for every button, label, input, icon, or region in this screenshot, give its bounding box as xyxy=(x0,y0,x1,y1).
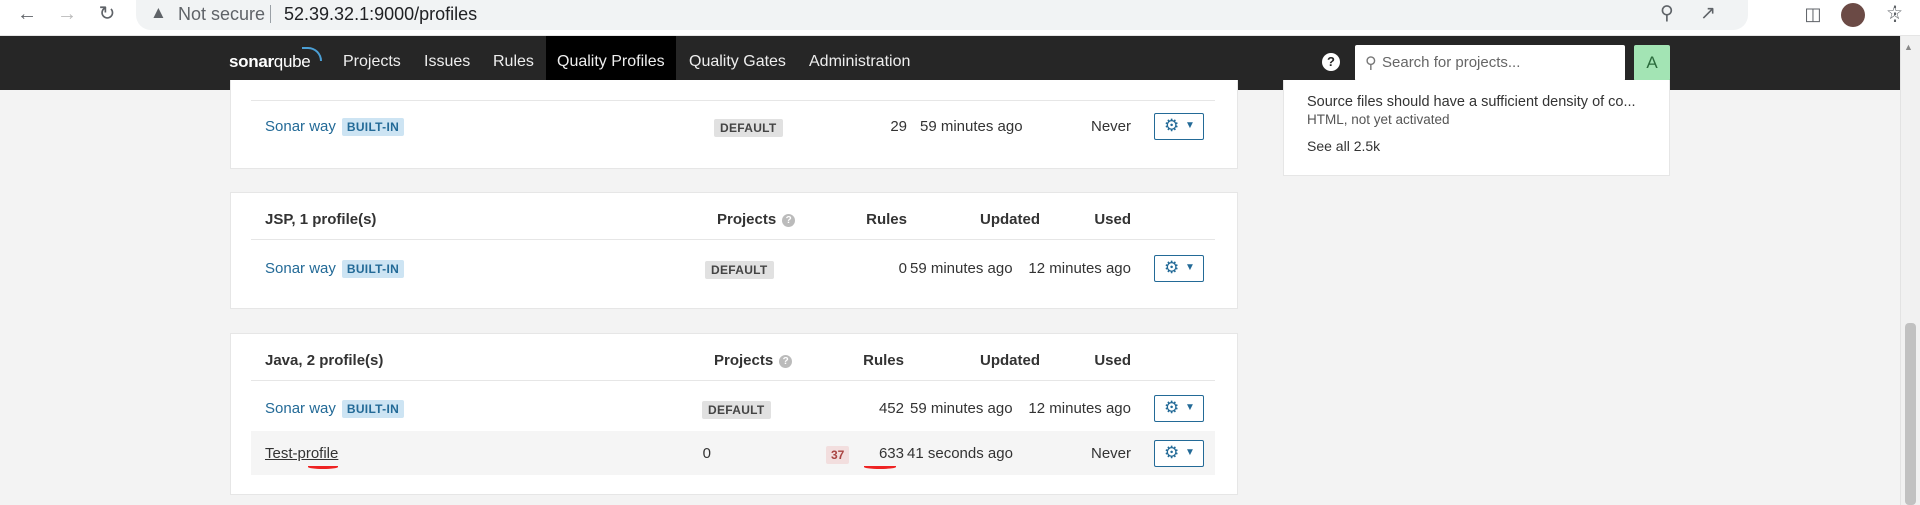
used-time: 12 minutes ago xyxy=(1028,260,1131,277)
sonar-waves-icon xyxy=(302,47,322,61)
projects-header-label: Projects xyxy=(714,352,774,369)
browser-toolbar: ← → ↻ ▲ Not secure 52.39.32.1:9000/profi… xyxy=(0,0,1920,36)
updated-time: 41 seconds ago xyxy=(907,445,1013,462)
profile-actions-button[interactable]: ⚙ ▼ xyxy=(1154,395,1204,422)
help-info-icon[interactable]: ? xyxy=(782,214,796,227)
language-card-java: Java, 2 profile(s) Projects? Rules Updat… xyxy=(230,333,1238,495)
profile-actions-button[interactable]: ⚙ ▼ xyxy=(1154,440,1204,467)
used-header: Used xyxy=(1094,352,1131,369)
browser-menu-icon[interactable]: ⋮ xyxy=(1880,0,1910,28)
search-icon: ⚲ xyxy=(1365,55,1377,72)
caret-down-icon: ▼ xyxy=(1185,262,1195,273)
card-title: Java, 2 profile(s) xyxy=(265,352,384,369)
profile-row-name: Sonar way BUILT-IN xyxy=(265,260,405,278)
rules-count-link[interactable]: 0 xyxy=(851,260,907,277)
scrollbar-thumb[interactable] xyxy=(1905,323,1916,505)
projects-header: Projects? xyxy=(714,352,793,369)
logo-text-bold: sonar xyxy=(229,52,274,71)
gear-icon: ⚙ xyxy=(1164,116,1180,135)
rules-count-link[interactable]: 633 xyxy=(848,445,904,462)
projects-count: 0 xyxy=(702,445,711,462)
profile-picture-icon[interactable] xyxy=(1838,0,1868,28)
caret-down-icon: ▼ xyxy=(1185,402,1195,413)
red-annotation-underline xyxy=(308,465,338,469)
sidebar-rule-panel: Source files should have a sufficient de… xyxy=(1283,80,1670,176)
profile-name-link[interactable]: Sonar way xyxy=(265,260,336,277)
projects-header: Projects? xyxy=(717,211,796,228)
user-avatar[interactable]: A xyxy=(1634,45,1670,81)
rules-count-link[interactable]: 29 xyxy=(851,118,907,135)
default-badge: DEFAULT xyxy=(705,261,774,279)
used-time: Never xyxy=(1090,118,1131,135)
profile-row-name: Sonar way BUILT-IN xyxy=(265,400,405,418)
language-card-jsp: JSP, 1 profile(s) Projects? Rules Update… xyxy=(230,192,1238,309)
updated-time: 59 minutes ago xyxy=(920,118,1023,135)
red-annotation-underline xyxy=(864,465,896,469)
deprecated-rules-badge[interactable]: 37 xyxy=(826,446,850,464)
header-divider xyxy=(251,380,1215,381)
caret-down-icon: ▼ xyxy=(1185,447,1195,458)
used-header: Used xyxy=(1094,211,1131,228)
default-badge: DEFAULT xyxy=(702,401,771,419)
see-all-link[interactable]: See all 2.5k xyxy=(1307,138,1380,154)
sidebar-rule-link[interactable]: Source files should have a sufficient de… xyxy=(1307,94,1636,110)
header-divider xyxy=(251,239,1215,240)
warning-icon[interactable]: ▲ xyxy=(150,3,167,23)
help-info-icon[interactable]: ? xyxy=(779,355,793,368)
rules-count-link[interactable]: 452 xyxy=(848,400,904,417)
updated-header: Updated xyxy=(980,211,1040,228)
used-time: 12 minutes ago xyxy=(1028,400,1131,417)
zoom-icon[interactable]: ⚲ xyxy=(1660,2,1674,25)
profile-row-name: Sonar way BUILT-IN xyxy=(265,118,405,136)
profile-name-link[interactable]: Sonar way xyxy=(265,400,336,417)
builtin-badge: BUILT-IN xyxy=(341,118,405,136)
profile-name-link[interactable]: Test-profile xyxy=(265,445,338,462)
rules-header: Rules xyxy=(863,352,904,369)
sidebar-rule-status: HTML, not yet activated xyxy=(1307,112,1450,127)
share-icon[interactable]: ↗ xyxy=(1700,2,1716,25)
security-label[interactable]: Not secure xyxy=(178,4,265,25)
updated-time: 59 minutes ago xyxy=(910,260,1013,277)
caret-down-icon: ▼ xyxy=(1185,120,1195,131)
updated-time: 59 minutes ago xyxy=(910,400,1013,417)
profile-name-link[interactable]: Sonar way xyxy=(265,118,336,135)
gear-icon: ⚙ xyxy=(1164,258,1180,277)
url-text[interactable]: 52.39.32.1:9000/profiles xyxy=(284,4,477,25)
profile-actions-button[interactable]: ⚙ ▼ xyxy=(1154,113,1204,140)
builtin-badge: BUILT-IN xyxy=(341,400,405,418)
profile-actions-button[interactable]: ⚙ ▼ xyxy=(1154,255,1204,282)
address-bar[interactable]: ▲ Not secure 52.39.32.1:9000/profiles ⚲ … xyxy=(136,0,1903,30)
profile-card-scrolled: Sonar way BUILT-IN DEFAULT 29 59 minutes … xyxy=(230,80,1238,169)
project-search-input[interactable]: ⚲ Search for projects... xyxy=(1355,45,1625,81)
omnibox-divider xyxy=(270,5,271,23)
rules-header: Rules xyxy=(866,211,907,228)
gear-icon: ⚙ xyxy=(1164,398,1180,417)
builtin-badge: BUILT-IN xyxy=(341,260,405,278)
projects-header-label: Projects xyxy=(717,211,777,228)
used-time: Never xyxy=(1090,445,1131,462)
reload-icon[interactable]: ↻ xyxy=(92,0,122,28)
gear-icon: ⚙ xyxy=(1164,443,1180,462)
back-arrow-icon[interactable]: ← xyxy=(12,0,42,28)
updated-header: Updated xyxy=(980,352,1040,369)
default-badge: DEFAULT xyxy=(714,119,783,137)
card-title: JSP, 1 profile(s) xyxy=(265,211,377,228)
row-divider xyxy=(251,100,1215,101)
search-placeholder: Search for projects... xyxy=(1382,54,1521,71)
sonarqube-logo[interactable]: sonarqube xyxy=(229,52,311,72)
help-icon[interactable]: ? xyxy=(1322,53,1340,71)
side-panel-icon[interactable]: ◫ xyxy=(1798,0,1828,28)
scroll-up-arrow-icon[interactable]: ▲ xyxy=(1904,42,1913,52)
forward-arrow-icon[interactable]: → xyxy=(52,0,82,28)
